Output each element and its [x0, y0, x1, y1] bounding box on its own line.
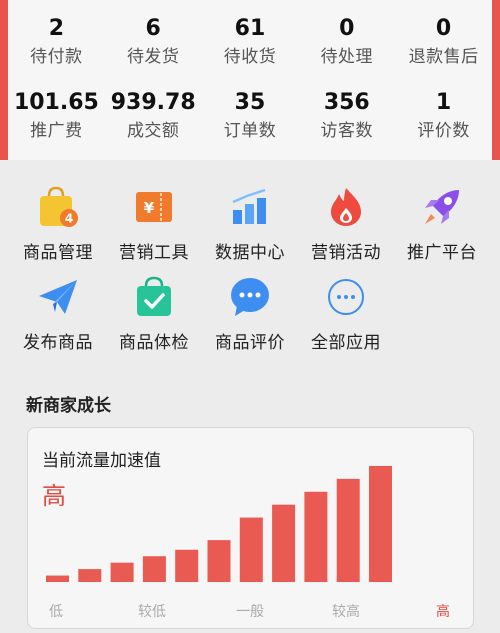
app-marketing-tools[interactable]: ¥ 营销工具: [106, 184, 202, 263]
chart-bar: [110, 562, 134, 582]
chat-bubble-icon: [227, 274, 273, 320]
flame-icon: [323, 184, 369, 230]
app-product-reviews[interactable]: 商品评价: [202, 274, 298, 353]
app-badge: ¥: [144, 199, 155, 217]
app-label: 全部应用: [311, 333, 381, 353]
app-marketing-events[interactable]: 营销活动: [298, 184, 394, 263]
chart-bar: [46, 575, 69, 582]
stat-visitor-count[interactable]: 356 访客数: [298, 88, 395, 144]
app-label: 商品管理: [23, 243, 93, 263]
app-label: 商品体检: [119, 333, 189, 353]
paper-plane-icon: [35, 274, 81, 320]
stat-label: 推广费: [30, 121, 83, 141]
business-stats-row: 101.65 推广费 939.78 成交额 35 订单数 356 访客数 1 评…: [8, 88, 492, 144]
app-data-center[interactable]: 数据中心: [202, 184, 298, 263]
app-all-apps[interactable]: 全部应用: [298, 274, 394, 353]
chart-bar: [239, 517, 263, 582]
stat-label: 待发货: [126, 47, 180, 67]
stat-value: 0: [435, 16, 452, 41]
bar-chart-icon: [227, 184, 273, 230]
chart-tick-label: 高: [436, 603, 450, 620]
stat-label: 待处理: [320, 47, 374, 67]
stat-promotion-fee[interactable]: 101.65 推广费: [8, 88, 105, 144]
chart-bar: [369, 466, 392, 582]
stat-value: 101.65: [13, 90, 99, 115]
stat-label: 待收货: [223, 47, 277, 67]
chart-tick-label: 较高: [332, 603, 360, 620]
stat-label: 退款售后: [408, 47, 479, 67]
shopping-bag-icon: 4: [35, 184, 81, 230]
stat-pending-payment[interactable]: 2 待付款: [8, 14, 105, 70]
more-icon: [323, 274, 369, 320]
app-label: 推广平台: [407, 243, 477, 263]
app-product-checkup[interactable]: 商品体检: [106, 274, 202, 353]
app-label: 数据中心: [215, 243, 285, 263]
order-stats-row: 2 待付款 6 待发货 61 待收货 0 待处理 0 退款售后: [8, 14, 492, 70]
growth-card[interactable]: 当前流量加速值 高 低较低 一般 较高高: [27, 427, 474, 629]
coupon-icon: ¥: [131, 184, 177, 230]
chart-bar: [78, 569, 102, 582]
chart-bar: [175, 549, 199, 582]
stat-label: 访客数: [320, 121, 374, 141]
section-title: 新商家成长: [26, 396, 111, 416]
chart-tick-label: 低: [49, 604, 63, 620]
stat-refund-aftersale[interactable]: 0 退款售后: [395, 14, 492, 70]
stat-transaction-amount[interactable]: 939.78 成交额: [105, 88, 202, 144]
app-label: 商品评价: [215, 333, 285, 353]
checked-bag-icon: [131, 274, 177, 320]
app-publish-product[interactable]: 发布商品: [10, 274, 106, 353]
app-label: 发布商品: [23, 333, 93, 353]
stat-value: 0: [339, 16, 355, 41]
app-label: 营销活动: [311, 243, 381, 263]
rocket-icon: [419, 184, 465, 230]
stat-label: 订单数: [223, 121, 277, 141]
chart-bar: [142, 556, 166, 582]
chart-tick-label: 一般: [236, 604, 264, 620]
stat-value: 35: [234, 90, 266, 115]
stat-value: 1: [435, 90, 452, 115]
stat-value: 2: [48, 16, 65, 41]
chart-bar: [304, 491, 328, 582]
stat-pending-shipment[interactable]: 6 待发货: [105, 14, 202, 70]
app-product-management[interactable]: 4 商品管理: [10, 184, 106, 263]
stat-label: 评价数: [417, 121, 470, 141]
stat-pending-receipt[interactable]: 61 待收货: [202, 14, 299, 70]
chart-bar: [272, 504, 296, 582]
app-label: 营销工具: [119, 243, 189, 263]
traffic-acceleration-chart: 低 较低 一般 较高 高: [46, 466, 450, 620]
stat-value: 939.78: [110, 90, 196, 115]
stat-value: 356: [323, 90, 370, 115]
chart-tick-label: 较低: [138, 604, 166, 620]
stat-review-count[interactable]: 1 评价数: [395, 88, 492, 144]
app-promotion-platform[interactable]: 推广平台: [394, 184, 490, 263]
app-badge: 4: [65, 212, 73, 226]
stats-card: 2 待付款 6 待发货 61 待收货 0 待处理 0 退款售后 101.65 推…: [8, 0, 492, 160]
stat-pending-process[interactable]: 0 待处理: [298, 14, 395, 70]
stat-value: 61: [234, 16, 266, 41]
stat-label: 成交额: [126, 121, 180, 141]
stat-value: 6: [145, 16, 161, 41]
chart-bar: [336, 478, 360, 582]
stat-order-count[interactable]: 35 订单数: [202, 88, 299, 144]
stat-label: 待付款: [30, 47, 83, 67]
chart-bar: [207, 540, 231, 582]
